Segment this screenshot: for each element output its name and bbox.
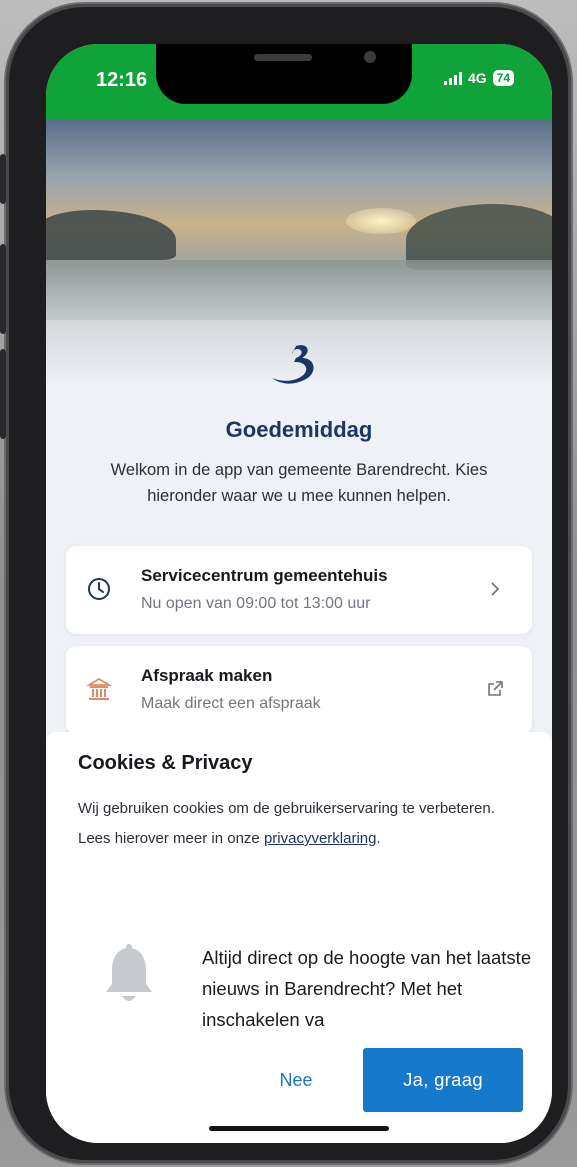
volume-down-button [0,349,6,439]
greeting-title: Goedemiddag [225,417,373,442]
cookie-text: Wij gebruiken cookies om de gebruikerser… [78,794,518,854]
speaker [254,54,312,61]
accept-button[interactable]: Ja, graag [363,1048,523,1112]
bell-icon [106,944,152,1001]
signal-icon [443,71,462,85]
notification-permission-dialog: Altijd direct op de hoogte van het laats… [46,912,552,1143]
chevron-right-icon [491,582,500,596]
network-type: 4G [467,70,487,86]
external-link-icon [488,681,503,696]
privacy-link[interactable]: privacyverklaring [264,830,377,847]
status-indicators: 4G 74 [443,70,514,86]
mute-switch [0,154,6,204]
notification-prompt-text: Altijd direct op de hoogte van het laats… [202,947,532,1030]
card-subtitle: Maak direct een afspraak [141,695,321,712]
front-camera [364,51,376,63]
notch [156,44,412,104]
cookie-banner: Cookies & Privacy Wij gebruiken cookies … [46,732,552,912]
decline-button[interactable]: Nee [264,1062,328,1098]
afspraak-maken-card[interactable]: Afspraak maken Maak direct een afspraak [66,646,532,734]
welcome-text: Welkom in de app van gemeente Barendrech… [110,461,488,505]
battery-icon: 74 [492,70,514,86]
sun-glow [346,208,416,234]
phone-frame: 12:16 4G 74 Goedemiddag Welkom in de app… [0,4,571,1163]
clock-icon [88,578,110,600]
misty-field [46,260,552,320]
app-screen: 12:16 4G 74 Goedemiddag Welkom in de app… [46,44,552,1143]
volume-up-button [0,244,6,334]
cookie-title: Cookies & Privacy [78,752,253,774]
barendrecht-logo-icon [272,345,314,384]
status-time: 12:16 [96,69,148,91]
card-title: Servicecentrum gemeentehuis [141,566,388,585]
card-subtitle: Nu open van 09:00 tot 13:00 uur [141,595,371,612]
cookie-text-end: . [376,830,381,847]
town-hall-icon [86,677,112,700]
servicecentrum-card[interactable]: Servicecentrum gemeentehuis Nu open van … [66,546,532,634]
home-indicator[interactable] [209,1126,389,1131]
card-title: Afspraak maken [141,666,273,685]
trees-left [46,210,176,260]
